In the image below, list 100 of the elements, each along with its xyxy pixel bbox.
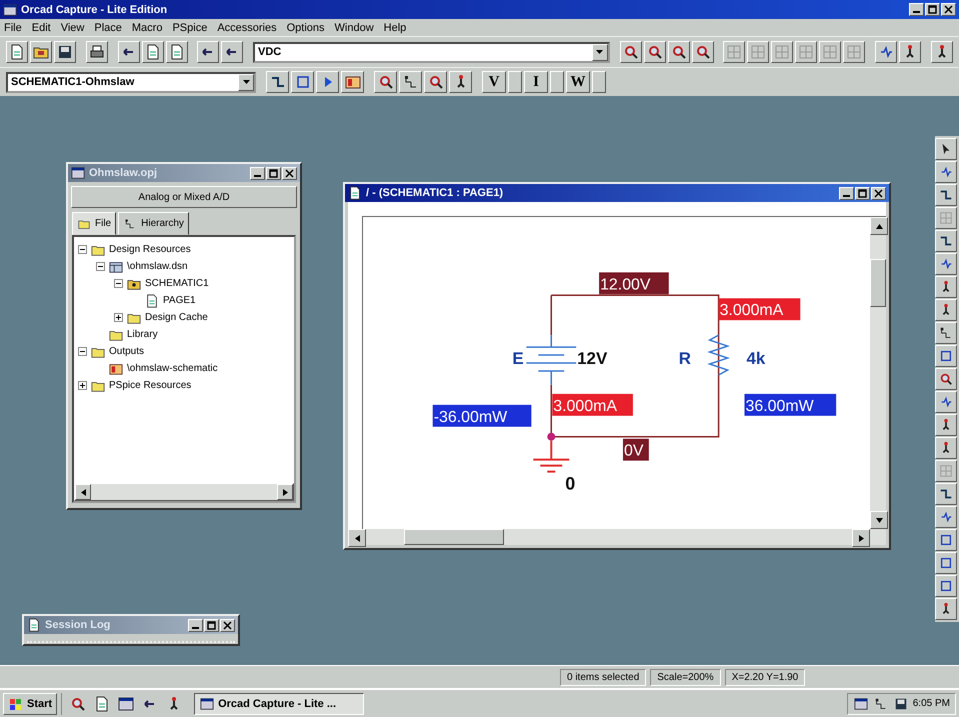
toolbar-button[interactable] — [221, 41, 244, 63]
menu-item[interactable]: Help — [384, 22, 406, 34]
toolbar-button[interactable] — [399, 71, 422, 93]
collapse-toggle[interactable] — [114, 279, 123, 288]
tree-item[interactable]: Library — [127, 329, 158, 340]
tree-item[interactable]: PSpice Resources — [109, 380, 192, 391]
toolbar-button[interactable] — [291, 71, 314, 93]
palette-button[interactable] — [935, 598, 957, 620]
probe-button[interactable]: W — [566, 71, 590, 93]
toolbar-button[interactable] — [54, 41, 76, 63]
toolbar-button[interactable] — [30, 41, 52, 63]
palette-button[interactable] — [935, 299, 957, 321]
scroll-thumb[interactable] — [870, 259, 886, 307]
part-combo[interactable]: VDC — [253, 42, 610, 62]
collapse-toggle[interactable] — [78, 347, 87, 356]
horizontal-scrollbar[interactable] — [74, 483, 294, 501]
menu-item[interactable]: Place — [94, 22, 122, 34]
palette-button[interactable] — [935, 230, 957, 252]
palette-button[interactable] — [935, 138, 957, 160]
toolbar-button[interactable] — [166, 41, 188, 63]
menu-item[interactable]: Macro — [132, 22, 162, 34]
palette-button[interactable] — [935, 207, 957, 229]
toolbar-button[interactable] — [374, 71, 397, 93]
expand-toggle[interactable] — [78, 381, 87, 390]
page-combo[interactable]: SCHEMATIC1-Ohmslaw — [6, 72, 256, 92]
menu-item[interactable]: Accessories — [217, 22, 277, 34]
palette-button[interactable] — [935, 345, 957, 367]
palette-button[interactable] — [935, 414, 957, 436]
toolbar-button[interactable] — [550, 71, 564, 93]
toolbar-button[interactable] — [747, 41, 770, 63]
toolbar-button[interactable] — [819, 41, 842, 63]
palette-button[interactable] — [935, 391, 957, 413]
maximize-button[interactable] — [925, 3, 940, 16]
menu-item[interactable]: Options — [286, 22, 325, 34]
palette-button[interactable] — [935, 322, 957, 344]
close-button[interactable] — [220, 618, 235, 632]
toolbar-button[interactable] — [644, 41, 666, 63]
tree-item[interactable]: Outputs — [109, 346, 144, 357]
toolbar-button[interactable] — [6, 41, 28, 63]
tab[interactable]: Hierarchy — [118, 212, 189, 235]
palette-button[interactable] — [935, 161, 957, 183]
maximize-button[interactable] — [266, 166, 281, 180]
tree-item[interactable]: Design Cache — [145, 312, 208, 323]
palette-button[interactable] — [935, 483, 957, 505]
minimize-button[interactable] — [909, 3, 924, 16]
collapse-toggle[interactable] — [78, 245, 87, 254]
toolbar-button[interactable] — [508, 71, 522, 93]
minimize-button[interactable] — [250, 166, 265, 180]
menu-item[interactable]: Edit — [32, 22, 51, 34]
close-button[interactable] — [871, 186, 886, 200]
palette-button[interactable] — [935, 437, 957, 459]
tree-item[interactable]: SCHEMATIC1 — [145, 278, 209, 289]
palette-button[interactable] — [935, 276, 957, 298]
menu-item[interactable]: View — [60, 22, 84, 34]
menu-item[interactable]: PSpice — [172, 22, 208, 34]
close-button[interactable] — [941, 3, 956, 16]
palette-button[interactable] — [935, 184, 957, 206]
horizontal-scrollbar[interactable] — [348, 529, 886, 545]
tab[interactable]: File — [72, 212, 116, 235]
menu-item[interactable]: Window — [334, 22, 374, 34]
tree-item[interactable]: PAGE1 — [163, 295, 196, 306]
toolbar-button[interactable] — [316, 71, 339, 93]
probe-button[interactable]: V — [482, 71, 506, 93]
toolbar-button[interactable] — [620, 41, 642, 63]
toolbar-button[interactable] — [692, 41, 714, 63]
probe-button[interactable]: I — [524, 71, 548, 93]
palette-button[interactable] — [935, 368, 957, 390]
toolbar-button[interactable] — [843, 41, 866, 63]
start-button[interactable]: Start — [3, 692, 58, 714]
toolbar-button[interactable] — [771, 41, 794, 63]
palette-button[interactable] — [935, 575, 957, 597]
collapse-toggle[interactable] — [96, 262, 105, 271]
toolbar-button[interactable] — [341, 71, 364, 93]
toolbar-button[interactable] — [266, 71, 289, 93]
minimize-button[interactable] — [188, 618, 203, 632]
toolbar-button[interactable] — [899, 41, 922, 63]
toolbar-button[interactable] — [118, 41, 140, 63]
toolbar-button[interactable] — [197, 41, 220, 63]
palette-button[interactable] — [935, 506, 957, 528]
toolbar-button[interactable] — [424, 71, 447, 93]
tree-item[interactable]: Design Resources — [109, 244, 191, 255]
tree-item[interactable]: \ohmslaw-schematic — [127, 363, 218, 374]
toolbar-button[interactable] — [86, 41, 108, 63]
minimize-button[interactable] — [839, 186, 854, 200]
toolbar-button[interactable] — [930, 41, 953, 63]
palette-button[interactable] — [935, 552, 957, 574]
close-button[interactable] — [282, 166, 297, 180]
scroll-thumb[interactable] — [404, 529, 504, 545]
palette-button[interactable] — [935, 460, 957, 482]
toolbar-button[interactable] — [142, 41, 164, 63]
maximize-button[interactable] — [855, 186, 870, 200]
toolbar-button[interactable] — [449, 71, 472, 93]
palette-button[interactable] — [935, 529, 957, 551]
vertical-scrollbar[interactable] — [870, 217, 886, 529]
palette-button[interactable] — [935, 253, 957, 275]
toolbar-button[interactable] — [875, 41, 898, 63]
menu-item[interactable]: File — [4, 22, 22, 34]
toolbar-button[interactable] — [795, 41, 818, 63]
taskbar-button[interactable]: Orcad Capture - Lite ... — [194, 692, 364, 714]
tree-item[interactable]: \ohmslaw.dsn — [127, 261, 188, 272]
